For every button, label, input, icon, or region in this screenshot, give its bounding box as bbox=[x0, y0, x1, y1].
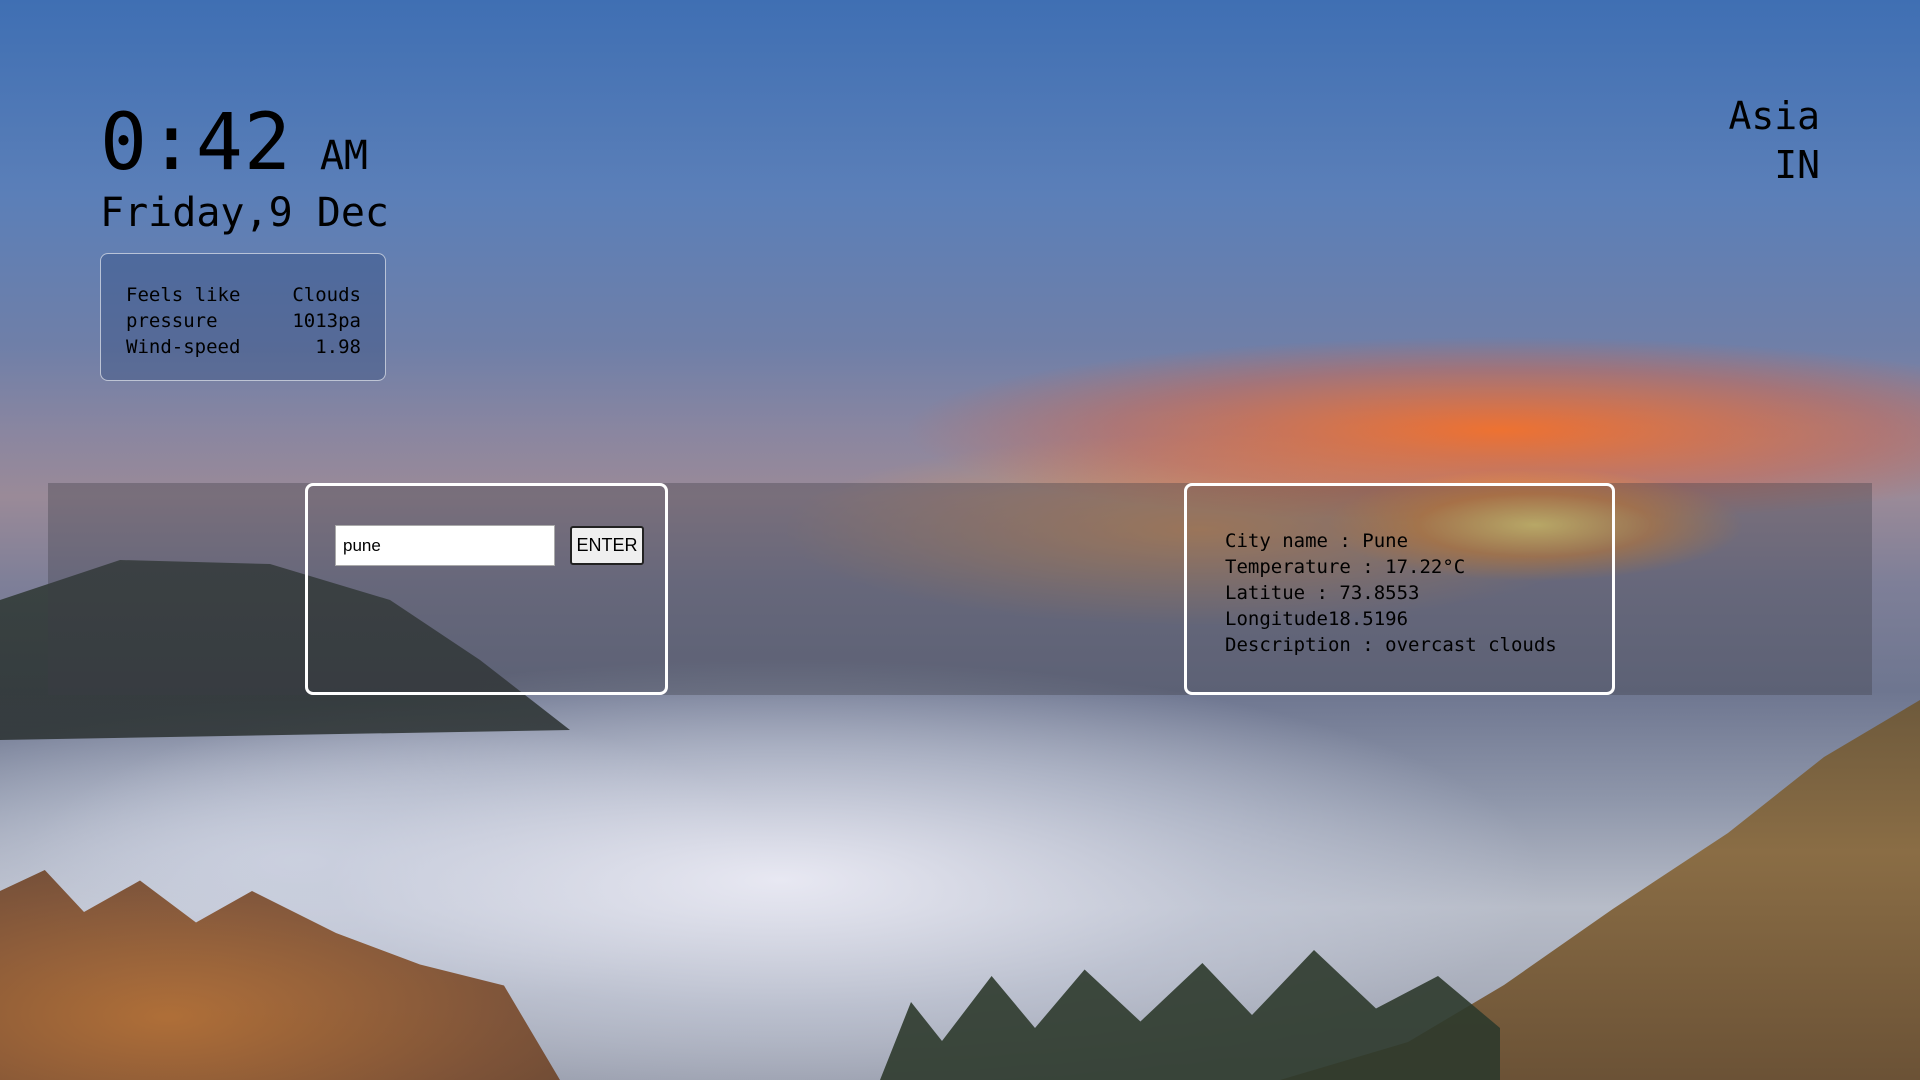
result-city-name: City name : Pune bbox=[1225, 530, 1409, 552]
summary-label: pressure bbox=[126, 310, 218, 332]
region-country: IN bbox=[1774, 143, 1820, 187]
result-temperature: Temperature : 17.22°C bbox=[1225, 556, 1466, 578]
region-continent: Asia bbox=[1728, 94, 1820, 138]
clock: 0:42 AM bbox=[100, 98, 368, 188]
summary-value: 1.98 bbox=[315, 336, 361, 358]
city-search-input[interactable] bbox=[335, 525, 555, 566]
result-latitude: Latitue : 73.8553 bbox=[1225, 582, 1420, 604]
summary-row-pressure: pressure 1013pa bbox=[126, 308, 361, 334]
summary-row-feels-like: Feels like Clouds bbox=[126, 282, 361, 308]
date-label: Friday,9 Dec bbox=[100, 190, 389, 236]
summary-row-wind-speed: Wind-speed 1.98 bbox=[126, 334, 361, 360]
enter-button[interactable]: ENTER bbox=[570, 526, 644, 565]
result-description: Description : overcast clouds bbox=[1225, 634, 1557, 656]
clock-ampm: AM bbox=[319, 133, 369, 179]
weather-result-card: City name : Pune Temperature : 17.22°C L… bbox=[1184, 483, 1615, 695]
summary-value: 1013pa bbox=[292, 310, 361, 332]
summary-label: Wind-speed bbox=[126, 336, 241, 358]
summary-label: Feels like bbox=[126, 284, 241, 306]
clock-time: 0:42 bbox=[100, 98, 292, 188]
region-info: Asia IN bbox=[1728, 92, 1820, 190]
weather-summary-card: Feels like Clouds pressure 1013pa Wind-s… bbox=[100, 253, 386, 381]
result-longitude: Longitude18.5196 bbox=[1225, 608, 1409, 630]
search-card: ENTER bbox=[305, 483, 668, 695]
summary-value: Clouds bbox=[292, 284, 361, 306]
